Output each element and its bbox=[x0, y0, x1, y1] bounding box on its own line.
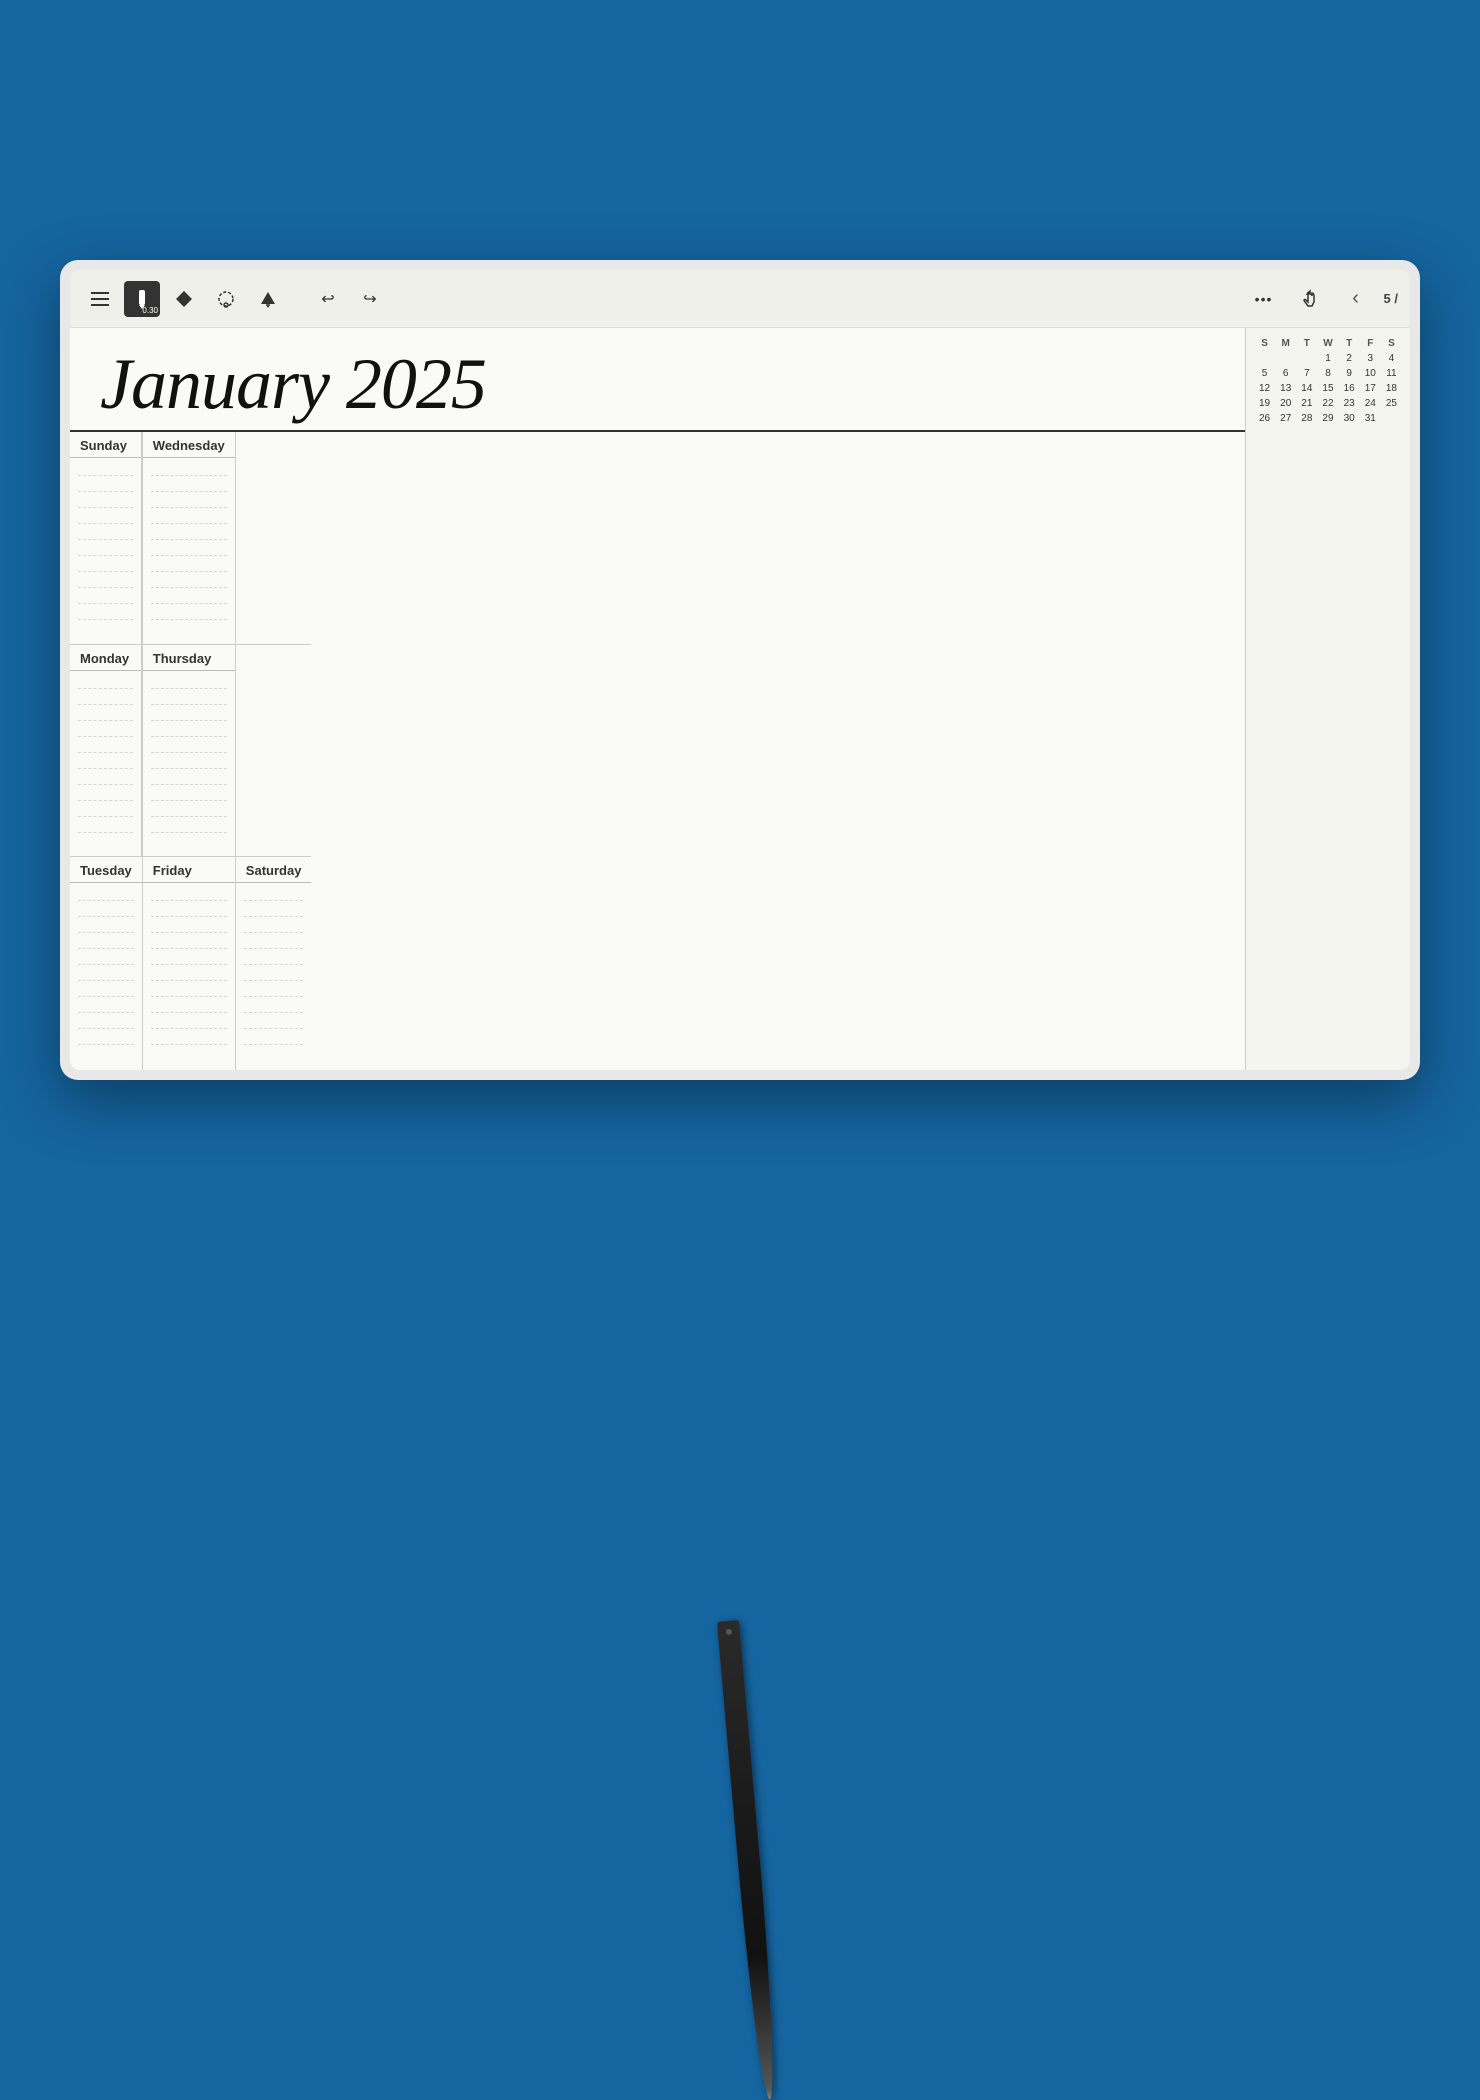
wednesday-lines bbox=[143, 458, 235, 644]
cal-header-m: M bbox=[1275, 336, 1296, 351]
undo-button[interactable]: ↩ bbox=[310, 281, 346, 317]
wednesday-label: Wednesday bbox=[143, 432, 235, 458]
cal-header-s: S bbox=[1254, 336, 1275, 351]
line-2 bbox=[78, 476, 133, 492]
toolbar: 0.30 bbox=[70, 270, 1410, 328]
stylus-pen bbox=[738, 1620, 760, 2100]
touch-mode-button[interactable] bbox=[1292, 281, 1328, 317]
monday-label: Monday bbox=[70, 645, 141, 671]
content-area: January 2025 Sunday bbox=[70, 328, 1410, 1070]
sunday-label: Sunday bbox=[70, 432, 141, 458]
thursday-label: Thursday bbox=[143, 645, 235, 671]
cal-header-t2: T bbox=[1339, 336, 1360, 351]
planner-area: January 2025 Sunday bbox=[70, 328, 1245, 1070]
pen-tool-button[interactable]: 0.30 bbox=[124, 281, 160, 317]
tablet-screen: 0.30 bbox=[70, 270, 1410, 1070]
cal-header-w: W bbox=[1317, 336, 1338, 351]
monday-lines bbox=[70, 671, 141, 857]
toolbar-left: 0.30 bbox=[82, 281, 388, 317]
lasso-button[interactable] bbox=[208, 281, 244, 317]
thursday-cell: Thursday bbox=[143, 645, 236, 858]
week-left-column: Sunday bbox=[70, 432, 143, 1070]
thursday-lines bbox=[143, 671, 235, 857]
line-10 bbox=[78, 604, 133, 620]
planner-body: Sunday bbox=[70, 432, 1245, 1070]
eraser-button[interactable] bbox=[250, 281, 286, 317]
pen-size-label: 0.30 bbox=[142, 306, 158, 315]
highlighter-button[interactable] bbox=[166, 281, 202, 317]
saturday-cell: Saturday bbox=[236, 857, 312, 1070]
monday-cell: Monday bbox=[70, 645, 142, 858]
back-button[interactable]: ‹ bbox=[1338, 281, 1374, 317]
cal-header-s2: S bbox=[1381, 336, 1402, 351]
cal-week-3: 12 13 14 15 16 17 18 bbox=[1254, 381, 1402, 396]
line-9 bbox=[78, 588, 133, 604]
mini-calendar: S M T W T F S bbox=[1245, 328, 1410, 1070]
cal-week-2: 5 6 7 8 9 10 11 bbox=[1254, 366, 1402, 381]
cal-week-1: 1 2 3 4 bbox=[1254, 351, 1402, 366]
line-8 bbox=[78, 572, 133, 588]
empty-col2-row2 bbox=[236, 645, 312, 858]
tablet-device: 0.30 bbox=[60, 260, 1420, 1080]
line-3 bbox=[78, 492, 133, 508]
mini-calendar-table: S M T W T F S bbox=[1254, 336, 1402, 426]
more-options-button[interactable]: ••• bbox=[1246, 281, 1282, 317]
month-header: January 2025 bbox=[70, 328, 1245, 432]
cal-header-f: F bbox=[1360, 336, 1381, 351]
month-title: January 2025 bbox=[100, 348, 1215, 420]
sunday-cell: Sunday bbox=[70, 432, 142, 645]
saturday-label: Saturday bbox=[236, 857, 312, 883]
cal-week-4: 19 20 21 22 23 24 25 bbox=[1254, 396, 1402, 411]
page-indicator: 5 / bbox=[1384, 291, 1398, 306]
tuesday-cell: Tuesday bbox=[70, 857, 142, 1070]
cal-header-t: T bbox=[1296, 336, 1317, 351]
tuesday-lines bbox=[70, 883, 142, 1070]
week-right-column: Wednesday bbox=[143, 432, 312, 1070]
tuesday-label: Tuesday bbox=[70, 857, 142, 883]
line-4 bbox=[78, 508, 133, 524]
cal-week-5: 26 27 28 29 30 31 bbox=[1254, 411, 1402, 426]
cal-body: 1 2 3 4 5 6 7 8 9 10 11 bbox=[1254, 351, 1402, 426]
redo-button[interactable]: ↪ bbox=[352, 281, 388, 317]
saturday-lines bbox=[236, 883, 312, 1070]
friday-label: Friday bbox=[143, 857, 235, 883]
line-1 bbox=[78, 460, 133, 476]
friday-lines bbox=[143, 883, 235, 1070]
toolbar-right: ••• ‹ 5 / bbox=[1246, 281, 1398, 317]
line-7 bbox=[78, 556, 133, 572]
line-6 bbox=[78, 540, 133, 556]
friday-cell: Friday bbox=[143, 857, 236, 1070]
empty-col2-row1 bbox=[236, 432, 312, 645]
sunday-lines bbox=[70, 458, 141, 644]
line-5 bbox=[78, 524, 133, 540]
wednesday-cell: Wednesday bbox=[143, 432, 236, 645]
menu-button[interactable] bbox=[82, 281, 118, 317]
